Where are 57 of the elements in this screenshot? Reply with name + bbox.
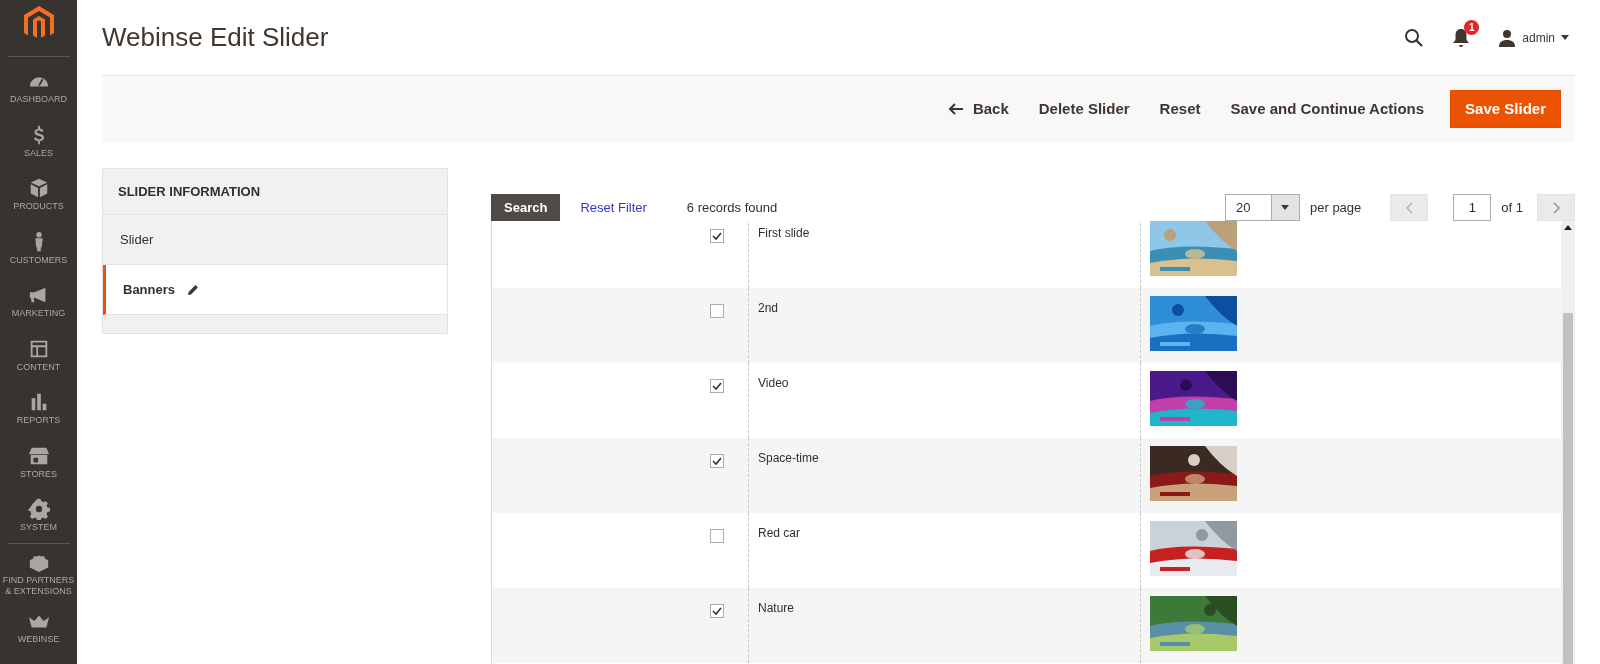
search-button[interactable]: Search bbox=[491, 194, 561, 221]
slide-title: Space-time bbox=[758, 451, 819, 465]
sidebar-item[interactable]: CUSTOMERS bbox=[0, 221, 77, 275]
slide-title: First slide bbox=[758, 226, 810, 240]
bell-icon[interactable] bbox=[1452, 27, 1471, 48]
pencil-icon bbox=[187, 283, 200, 296]
reset-filter-link[interactable]: Reset Filter bbox=[580, 197, 647, 218]
action-button[interactable]: Save and Continue Actions bbox=[1220, 90, 1435, 128]
scrollbar-thumb[interactable] bbox=[1563, 313, 1573, 664]
check-icon bbox=[712, 456, 722, 466]
per-page-label: per page bbox=[1310, 198, 1362, 217]
per-page-select[interactable]: 20 bbox=[1225, 194, 1300, 221]
page-title: Webinse Edit Slider bbox=[102, 21, 329, 54]
scroll-up-icon bbox=[1564, 225, 1572, 230]
checkbox[interactable] bbox=[710, 529, 724, 543]
slide-title: Video bbox=[758, 376, 789, 390]
slide-title: 2nd bbox=[758, 301, 779, 315]
sidebar-item[interactable]: WEBINSE bbox=[0, 601, 77, 655]
sidebar-item[interactable]: DASHBOARD bbox=[0, 61, 77, 115]
check-icon bbox=[712, 381, 722, 391]
checkbox[interactable] bbox=[710, 304, 724, 318]
slide-title: Nature bbox=[758, 601, 795, 615]
sidebar-item[interactable]: FIND PARTNERS & EXTENSIONS bbox=[0, 547, 77, 601]
sidebar-item[interactable]: SYSTEM bbox=[0, 489, 77, 543]
action-button[interactable]: Delete Slider bbox=[1028, 90, 1140, 128]
checkbox[interactable] bbox=[710, 229, 724, 243]
checkbox[interactable] bbox=[710, 379, 724, 393]
chevron-left-icon bbox=[1405, 201, 1413, 214]
checkbox[interactable] bbox=[710, 604, 724, 618]
tab[interactable]: Banners bbox=[103, 265, 447, 315]
chevron-right-icon bbox=[1552, 201, 1560, 214]
gear-icon bbox=[27, 498, 50, 521]
panel-title: SLIDER INFORMATION bbox=[103, 169, 447, 215]
search-icon[interactable] bbox=[1404, 27, 1425, 48]
page-total: of 1 bbox=[1501, 198, 1523, 217]
checkbox[interactable] bbox=[710, 454, 724, 468]
user-icon bbox=[1498, 28, 1517, 47]
check-icon bbox=[712, 231, 722, 241]
sidebar-item[interactable]: CONTENT bbox=[0, 328, 77, 382]
sidebar-item[interactable]: SALES bbox=[0, 114, 77, 168]
sidebar-item[interactable]: STORES bbox=[0, 435, 77, 489]
arrow-left-icon bbox=[948, 103, 963, 115]
notification-badge: 1 bbox=[1464, 19, 1480, 35]
save-button[interactable]: Save Slider bbox=[1450, 90, 1561, 128]
action-button[interactable]: Reset bbox=[1149, 90, 1211, 128]
caret-icon bbox=[1281, 205, 1290, 210]
check-icon bbox=[712, 606, 722, 616]
sidebar-item[interactable]: MARKETING bbox=[0, 275, 77, 329]
sidebar-item[interactable]: PRODUCTS bbox=[0, 168, 77, 222]
caret-icon bbox=[1561, 35, 1569, 40]
sidebar-item[interactable]: REPORTS bbox=[0, 382, 77, 436]
scrollbar[interactable] bbox=[1561, 221, 1575, 664]
back-button[interactable]: Back bbox=[938, 90, 1019, 128]
user-menu[interactable]: admin bbox=[1498, 28, 1569, 47]
records-count: 6 records found bbox=[686, 198, 778, 217]
page-field[interactable]: 1 bbox=[1453, 194, 1492, 221]
slide-title: Red car bbox=[758, 526, 801, 540]
